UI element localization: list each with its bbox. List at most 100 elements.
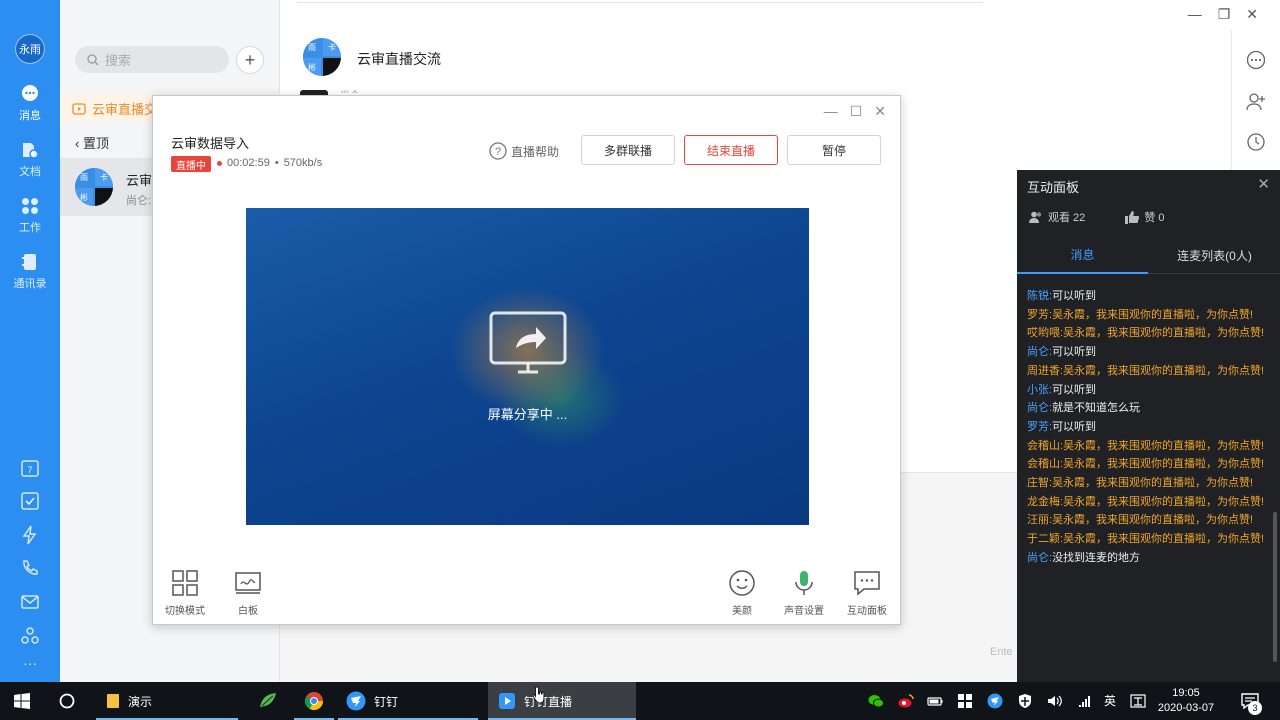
interaction-panel-tool[interactable]: 互动面板 (847, 568, 887, 617)
wechat-tray-icon[interactable] (868, 693, 884, 709)
windows-start-icon[interactable] (14, 693, 30, 709)
search-input[interactable]: 搜索 (75, 46, 229, 73)
nav-contacts[interactable]: 通讯录 (0, 252, 60, 302)
tab-messages[interactable]: 消息 (1017, 236, 1148, 274)
more-options-icon[interactable] (1246, 50, 1266, 70)
avatar-quad: 雨 (75, 168, 93, 186)
taskbar-app-chrome[interactable] (294, 682, 334, 720)
minimize-icon[interactable]: — (824, 103, 838, 120)
message-text: 没找到连麦的地方 (1052, 551, 1141, 564)
viewers-icon (1029, 211, 1042, 223)
taskbar-app-dingtalk-live[interactable]: 钉钉直播 (488, 682, 636, 720)
switch-mode-tool[interactable]: 切换模式 (165, 568, 205, 617)
message-sender: 于二颖: (1027, 533, 1064, 546)
beauty-label: 美颜 (732, 606, 752, 617)
chat-message: 尚仑:可以听到 (1027, 343, 1274, 362)
mouse-cursor-icon (533, 686, 545, 704)
close-icon[interactable]: ✕ (874, 103, 886, 120)
plant-app-icon (260, 693, 276, 707)
screen-share-icon (489, 311, 567, 374)
more-icon[interactable]: ··· (0, 655, 60, 671)
grid-app-tray-icon[interactable] (957, 693, 973, 709)
message-sender: 尚仑: (1027, 551, 1053, 564)
message-text: 吴永霞，我来围观你的直播啦，为你点赞! (1063, 495, 1265, 508)
chat-message: 尚仑:就是不知道怎么玩 (1027, 399, 1274, 418)
beauty-face-icon (729, 570, 755, 596)
nav-work-label: 工作 (19, 222, 41, 234)
tab-mic-list[interactable]: 连麦列表(0人) (1149, 236, 1280, 274)
taskbar-app-plant[interactable] (248, 682, 288, 720)
message-text: 吴永霞，我来围观你的直播啦，为你点赞! (1063, 327, 1265, 340)
nav-messages-label: 消息 (19, 110, 41, 122)
end-live-button[interactable]: 结束直播 (684, 135, 778, 165)
close-icon[interactable]: ✕ (1246, 6, 1258, 23)
cortana-search-icon[interactable] (59, 693, 75, 709)
maximize-icon[interactable]: ☐ (850, 103, 863, 120)
chat-right-toolbar (1231, 30, 1280, 170)
message-text: 吴永霞，我来围观你的直播啦，为你点赞! (1063, 533, 1265, 546)
recycle-icon[interactable] (20, 626, 40, 646)
clock-time: 19:05 (1172, 687, 1200, 699)
nav-messages[interactable]: 消息 (0, 84, 60, 134)
switch-mode-label: 切换模式 (165, 606, 205, 617)
chrome-icon (304, 692, 323, 711)
wifi-tray-icon[interactable] (1078, 693, 1094, 709)
pause-button[interactable]: 暂停 (787, 135, 881, 165)
taskbar-app-presentation[interactable]: 演示 (96, 682, 238, 720)
message-sender: 尚仑: (1027, 402, 1053, 415)
todo-check-icon[interactable] (20, 491, 40, 511)
chat-message: 会稽山:吴永霞，我来围观你的直播啦，为你点赞! (1027, 437, 1274, 456)
message-text: 吴永霞，我来围观你的直播啦，为你点赞! (1063, 364, 1265, 377)
weibo-tray-icon[interactable] (898, 693, 914, 709)
taskbar-app-label: 演示 (128, 694, 153, 709)
likes-label: 赞 0 (1144, 212, 1165, 224)
restore-icon[interactable]: ❐ (1218, 6, 1231, 23)
chat-message: 罗芳:吴永霞，我来围观你的直播啦，为你点赞! (1027, 306, 1274, 325)
nav-contacts-label: 通讯录 (13, 278, 47, 290)
thumbs-up-icon (1125, 210, 1140, 224)
dingtalk-tray-icon[interactable] (987, 693, 1003, 709)
panel-scrollbar[interactable] (1273, 512, 1277, 662)
user-avatar[interactable]: 永雨 (15, 34, 45, 64)
battery-tray-icon[interactable] (927, 693, 943, 709)
chat-group-avatar[interactable]: 雨 卡 彬 (303, 38, 341, 76)
help-label: 直播帮助 (511, 144, 560, 159)
live-status-badge: 直播中 (171, 156, 211, 172)
avatar-quad: 彬 (75, 188, 93, 206)
ime-mode-icon[interactable] (1130, 693, 1146, 709)
chevron-left-icon: ‹ (75, 136, 83, 151)
mail-icon[interactable] (20, 592, 40, 612)
panel-message-list: 陈锐:可以听到 罗芳:吴永霞，我来围观你的直播啦，为你点赞! 哎哟喂:吴永霞，我来围… (1027, 287, 1274, 568)
multi-group-broadcast-button[interactable]: 多群联播 (581, 135, 675, 165)
nav-work[interactable]: 工作 (0, 196, 60, 246)
ding-lightning-icon[interactable] (20, 525, 40, 545)
phone-icon[interactable] (20, 558, 40, 578)
pinned-header[interactable]: ‹ 置顶 (75, 133, 109, 152)
beauty-tool[interactable]: 美颜 (727, 568, 757, 617)
whiteboard-label: 白板 (238, 606, 258, 617)
whiteboard-tool[interactable]: 白板 (233, 568, 263, 617)
avatar-quad (95, 188, 113, 206)
add-button[interactable]: + (236, 46, 264, 74)
message-sender: 哎哟喂: (1027, 327, 1064, 340)
live-help-link[interactable]: ? 直播帮助 (489, 142, 559, 160)
avatar-quad (323, 58, 341, 76)
taskbar-app-dingtalk[interactable]: 钉钉 (338, 682, 478, 720)
security-tray-icon[interactable] (1017, 693, 1033, 709)
minimize-icon[interactable]: — (1188, 6, 1202, 23)
close-icon[interactable]: ✕ (1257, 175, 1270, 193)
interaction-panel-label: 互动面板 (847, 606, 887, 617)
message-sender-partial: 尚仑 (340, 87, 360, 93)
add-member-icon[interactable] (1246, 92, 1266, 112)
audio-settings-tool[interactable]: 声音设置 (784, 568, 824, 617)
system-clock[interactable]: 19:05 2020-03-07 (1152, 686, 1220, 716)
volume-tray-icon[interactable] (1047, 693, 1063, 709)
ime-language-indicator[interactable]: 英 (1104, 692, 1116, 709)
chat-message: 尚仑:没找到连麦的地方 (1027, 549, 1274, 568)
audio-settings-label: 声音设置 (784, 606, 824, 617)
calendar-icon[interactable]: 7 (20, 458, 40, 478)
history-clock-icon[interactable] (1246, 132, 1266, 152)
message-text: 可以听到 (1052, 420, 1097, 433)
nav-documents[interactable]: 文档 (0, 140, 60, 190)
live-stream-window: — ☐ ✕ 云审数据导入 直播中 00:02:59 • 570kb/s ? 直播… (152, 95, 901, 625)
